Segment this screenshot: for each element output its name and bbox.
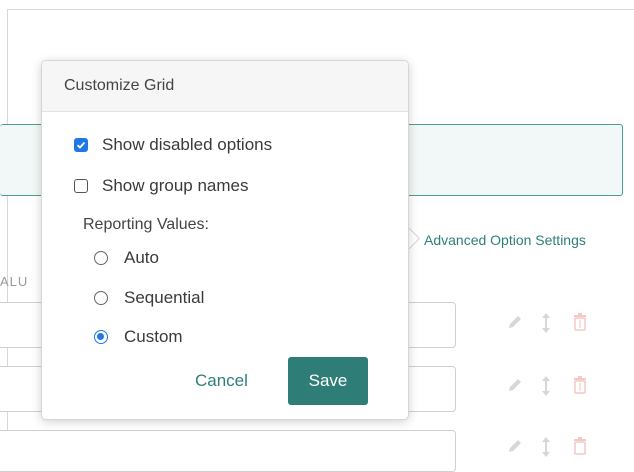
radio-custom[interactable]: Custom — [94, 327, 183, 347]
check-icon — [76, 141, 86, 149]
row-actions-3 — [506, 436, 596, 460]
row-actions-2 — [506, 375, 596, 399]
checkbox-checked[interactable] — [74, 138, 88, 152]
radio-auto[interactable]: Auto — [94, 248, 159, 268]
radio-auto-label: Auto — [124, 248, 159, 267]
trash-icon[interactable] — [572, 436, 588, 456]
checkbox-unchecked[interactable] — [74, 179, 88, 193]
popover-title: Customize Grid — [64, 77, 175, 94]
show-disabled-options-checkbox[interactable]: Show disabled options — [74, 135, 272, 155]
pencil-icon[interactable] — [506, 375, 524, 395]
radio-button-selected[interactable] — [94, 330, 108, 344]
pencil-icon[interactable] — [506, 436, 524, 456]
radio-button[interactable] — [94, 251, 108, 265]
reorder-icon[interactable] — [541, 436, 551, 458]
save-button[interactable]: Save — [288, 357, 368, 405]
advanced-option-settings-link[interactable]: Advanced Option Settings — [424, 232, 586, 248]
popover-header: Customize Grid — [42, 61, 408, 112]
radio-sequential-label: Sequential — [124, 288, 205, 307]
radio-button[interactable] — [94, 291, 108, 305]
pencil-icon[interactable] — [506, 312, 524, 332]
trash-icon[interactable] — [572, 375, 588, 395]
radio-custom-label: Custom — [124, 327, 183, 346]
show-group-names-checkbox[interactable]: Show group names — [74, 176, 248, 196]
radio-sequential[interactable]: Sequential — [94, 288, 204, 308]
show-group-names-label: Show group names — [102, 176, 249, 195]
show-disabled-options-label: Show disabled options — [102, 135, 273, 154]
column-label: ALU — [0, 274, 29, 289]
trash-icon[interactable] — [572, 312, 588, 332]
reporting-values-label: Reporting Values: — [83, 216, 209, 233]
row-actions-1 — [506, 312, 596, 336]
reorder-icon[interactable] — [541, 375, 551, 397]
customize-grid-popover: Customize Grid Show disabled options Sho… — [41, 60, 409, 420]
reorder-icon[interactable] — [541, 312, 551, 334]
option-value-input-3[interactable] — [0, 430, 456, 472]
cancel-button[interactable]: Cancel — [195, 371, 248, 391]
